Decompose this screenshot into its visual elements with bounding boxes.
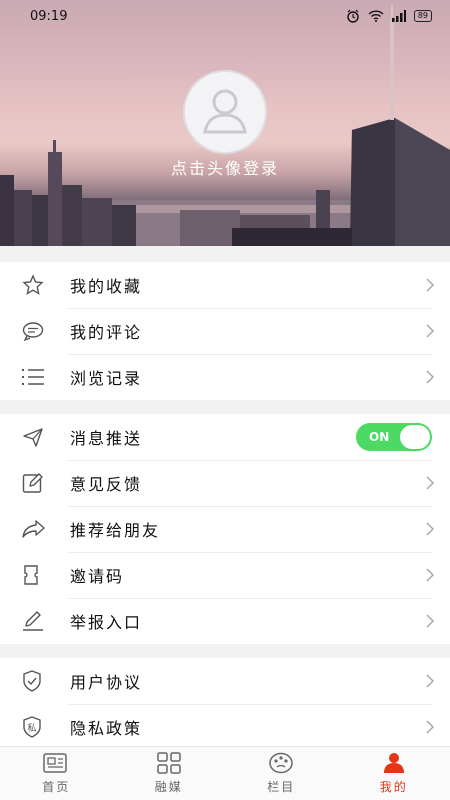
list-icon — [22, 369, 44, 385]
comment-icon — [22, 322, 44, 341]
chevron-right-icon — [426, 522, 435, 536]
menu-item-comments[interactable]: 我的评论 — [0, 308, 450, 354]
menu-item-label: 我的评论 — [70, 323, 143, 342]
menu-item-push[interactable]: 消息推送 ON — [0, 414, 450, 460]
menu-item-favorites[interactable]: 我的收藏 — [0, 262, 450, 308]
chevron-right-icon — [426, 324, 435, 338]
menu-item-feedback[interactable]: 意见反馈 — [0, 460, 450, 506]
send-icon — [23, 428, 43, 447]
wifi-icon — [368, 10, 384, 22]
tab-label: 栏目 — [267, 780, 296, 794]
avatar[interactable] — [183, 70, 267, 154]
menu-item-label: 隐私政策 — [70, 719, 143, 738]
ticket-icon — [24, 565, 38, 585]
menu-item-label: 我的收藏 — [70, 277, 143, 296]
login-prompt[interactable]: 点击头像登录 — [0, 155, 450, 179]
menu-item-share[interactable]: 推荐给朋友 — [0, 506, 450, 552]
alarm-icon — [347, 9, 359, 23]
chevron-right-icon — [426, 476, 435, 490]
grid-icon — [157, 752, 181, 774]
toggle-state: ON — [369, 430, 390, 444]
privacy-icon: 私 — [23, 716, 41, 738]
tab-columns[interactable]: 栏目 — [225, 747, 338, 800]
share-icon — [22, 520, 45, 538]
chevron-right-icon — [426, 674, 435, 688]
pencil-icon — [23, 611, 43, 631]
menu-item-label: 意见反馈 — [70, 475, 143, 494]
menu-item-invite-code[interactable]: 邀请码 — [0, 552, 450, 598]
user-icon — [383, 753, 404, 773]
user-avatar-icon — [203, 89, 247, 134]
signal-icon — [391, 10, 406, 22]
chevron-right-icon — [426, 278, 435, 292]
tab-mine[interactable]: 我的 — [338, 747, 450, 800]
menu-item-label: 举报入口 — [70, 613, 143, 632]
menu-item-user-agreement[interactable]: 用户协议 — [0, 658, 450, 704]
menu-group-legal: 用户协议 私 隐私政策 — [0, 658, 450, 750]
tab-media[interactable]: 融媒 — [113, 747, 226, 800]
status-time: 09:19 — [30, 8, 68, 24]
news-icon — [43, 753, 67, 773]
tab-label: 首页 — [42, 780, 71, 794]
chevron-right-icon — [426, 568, 435, 582]
chevron-right-icon — [426, 614, 435, 628]
status-bar: 09:19 89 — [0, 0, 450, 32]
chevron-right-icon — [426, 720, 435, 734]
toggle-knob — [400, 425, 430, 449]
tab-home[interactable]: 首页 — [0, 747, 113, 800]
push-toggle[interactable]: ON — [356, 423, 432, 451]
shield-icon — [23, 670, 41, 692]
star-icon — [22, 274, 44, 295]
battery-indicator: 89 — [413, 10, 432, 22]
menu-item-label: 浏览记录 — [70, 369, 143, 388]
menu-item-label: 用户协议 — [70, 673, 143, 692]
menu-item-label: 消息推送 — [70, 429, 143, 448]
profile-header: 09:19 89 点击头像登录 — [0, 0, 450, 246]
edit-icon — [22, 473, 43, 493]
tab-label: 我的 — [379, 780, 408, 794]
palette-icon — [269, 752, 293, 774]
menu-item-privacy-policy[interactable]: 私 隐私政策 — [0, 704, 450, 750]
menu-item-report[interactable]: 举报入口 — [0, 598, 450, 644]
bottom-tab-bar: 首页 融媒 栏目 我的 — [0, 746, 450, 800]
tab-label: 融媒 — [154, 780, 183, 794]
privacy-icon-text: 私 — [27, 723, 36, 734]
menu-item-history[interactable]: 浏览记录 — [0, 354, 450, 400]
menu-group-personal: 我的收藏 我的评论 浏览记录 — [0, 262, 450, 400]
menu-item-label: 邀请码 — [70, 567, 125, 586]
menu-item-label: 推荐给朋友 — [70, 521, 161, 540]
menu-group-settings: 消息推送 ON 意见反馈 推荐给朋友 邀请码 举报入口 — [0, 414, 450, 644]
chevron-right-icon — [426, 370, 435, 384]
